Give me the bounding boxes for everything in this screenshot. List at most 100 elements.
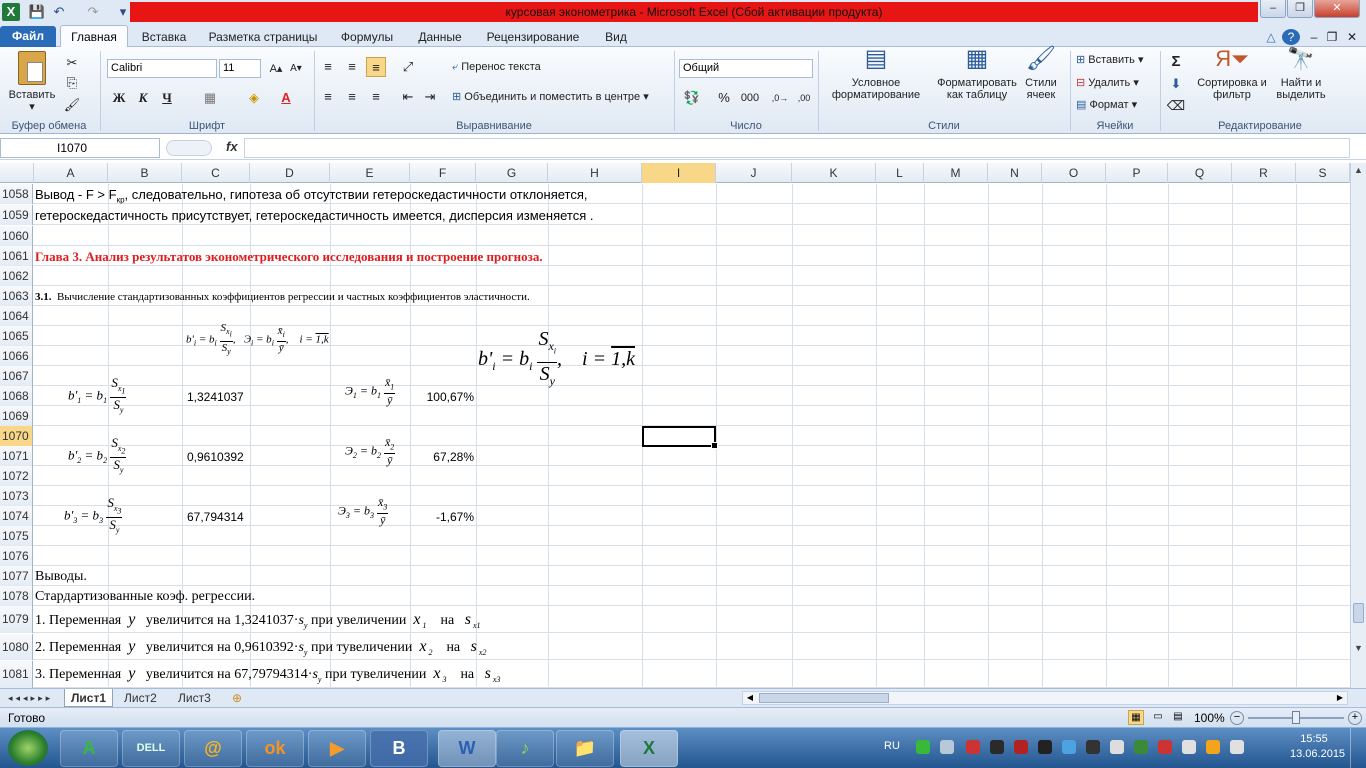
column-header[interactable]: S [1296,163,1350,183]
folder-icon[interactable]: 📁 [556,730,614,767]
format-painter-icon[interactable]: 🖌 [62,95,82,115]
scroll-left-icon[interactable]: ◀ [743,692,757,704]
increase-indent-icon[interactable]: ⇥ [420,87,440,107]
sheet-tab-active[interactable]: Лист1 [64,689,114,707]
odnoklassniki-icon[interactable]: ok [246,730,304,767]
show-desktop-button[interactable] [1350,728,1366,768]
column-header[interactable]: K [792,163,876,183]
cut-icon[interactable]: ✂ [62,53,82,73]
column-header[interactable]: C [182,163,250,183]
taskbar-app-icon[interactable]: A [60,730,118,767]
delete-cells-button[interactable]: ⊟ Удалить ▾ [1076,77,1139,89]
increase-decimal-icon[interactable]: ,0→ [770,88,790,108]
doc-restore-button[interactable]: ❐ [1324,28,1340,47]
scroll-up-icon[interactable]: ▲ [1352,165,1365,179]
row-header-selected[interactable]: 1070 [0,426,33,446]
row-header[interactable]: 1076 [0,546,33,566]
active-cell-cursor[interactable] [642,426,718,449]
word-icon[interactable]: W [438,730,496,767]
row-header[interactable]: 1062 [0,266,33,286]
tab-file[interactable]: Файл [0,26,56,47]
cell-conclusion-3[interactable]: 3. Переменная y увеличится на 67,7979431… [35,664,500,688]
music-icon[interactable]: ♪ [496,730,554,767]
underline-button[interactable]: Ч [157,88,177,108]
sheet-nav-icon[interactable]: ◂◂◂▸▸▸ [2,689,59,707]
currency-icon[interactable]: 💱 [682,88,702,108]
paste-button[interactable]: Вставить ▾ [6,51,58,113]
column-header[interactable]: G [476,163,548,183]
row-header[interactable]: 1067 [0,366,33,386]
format-cells-button[interactable]: ▤ Формат ▾ [1076,99,1137,111]
sheet-tab[interactable]: Лист3 [172,689,217,707]
row-header[interactable]: 1073 [0,486,33,506]
align-middle-icon[interactable]: ≡ [342,57,362,77]
format-as-table-button[interactable]: ▦ Форматировать как таблицу [932,47,1022,102]
row-header[interactable]: 1059 [0,205,33,225]
tray-icon[interactable] [1062,740,1076,754]
insert-sheet-icon[interactable]: ⊕ [226,689,248,707]
tab-view[interactable]: Вид [596,28,636,47]
thousands-button[interactable]: 000 [738,88,762,108]
autosum-button[interactable]: Σ [1166,52,1186,72]
cell-conclusions-heading[interactable]: Выводы. [35,567,87,587]
bold-button[interactable]: Ж [109,88,129,108]
align-right-icon[interactable]: ≡ [366,87,386,107]
column-header[interactable]: O [1042,163,1106,183]
section-heading[interactable]: 3.1. Вычисление стандартизованных коэффи… [35,287,530,307]
horizontal-scrollbar[interactable]: ◀ ▶ [742,691,1348,705]
row-header[interactable]: 1071 [0,446,33,466]
zoom-in-icon[interactable]: + [1348,711,1362,725]
tray-icon[interactable] [916,740,930,754]
cell-e2-value[interactable]: 67,28% [410,447,474,467]
wrap-text-button[interactable]: ⤶ Перенос текста [452,61,541,73]
column-header-selected[interactable]: I [642,163,716,183]
tab-data[interactable]: Данные [410,28,470,47]
scroll-right-icon[interactable]: ▶ [1333,692,1347,704]
tray-icon[interactable] [1206,740,1220,754]
column-header[interactable]: H [548,163,642,183]
mail-icon[interactable]: @ [184,730,242,767]
align-left-icon[interactable]: ≡ [318,87,338,107]
excel-icon[interactable]: X [620,730,678,767]
undo-icon[interactable]: ↶ [50,3,68,21]
insert-function-icon[interactable]: fx [226,139,238,154]
scroll-down-icon[interactable]: ▼ [1352,643,1365,657]
tab-insert[interactable]: Вставка [136,28,192,47]
row-header[interactable]: 1077 [0,566,33,586]
align-bottom-icon[interactable]: ≡ [366,57,386,77]
tab-home[interactable]: Главная [60,25,128,48]
ribbon-minimize-icon[interactable]: △ [1262,28,1280,47]
tab-review[interactable]: Рецензирование [480,28,586,47]
font-name-select[interactable]: Calibri [107,59,217,78]
column-header[interactable]: M [924,163,988,183]
row-header[interactable]: 1064 [0,306,33,326]
zoom-out-icon[interactable]: − [1230,711,1244,725]
row-header[interactable]: 1072 [0,466,33,486]
font-color-icon[interactable]: A [276,88,296,108]
select-all-corner[interactable] [0,163,34,183]
close-button[interactable]: ✕ [1314,0,1360,18]
column-header[interactable]: Q [1168,163,1232,183]
fill-icon[interactable]: ⬇ [1166,74,1186,94]
column-header[interactable]: J [716,163,792,183]
media-player-icon[interactable]: ▶ [308,730,366,767]
row-header[interactable]: 1068 [0,386,33,406]
column-header[interactable]: D [250,163,330,183]
vk-icon[interactable]: B [370,730,428,767]
cell-e1-value[interactable]: 100,67% [410,387,474,407]
page-break-view-icon[interactable]: ▤ [1170,710,1186,725]
copy-icon[interactable]: ⎘ [62,73,82,93]
column-header[interactable]: F [410,163,476,183]
doc-minimize-button[interactable]: – [1306,28,1322,47]
cell-std-coef-heading[interactable]: Стардартизованные коэф. регрессии. [35,587,255,607]
cell-b2-value[interactable]: 0,9610392 [187,447,244,467]
italic-button[interactable]: К [133,88,153,108]
merge-center-button[interactable]: ⊞ Объединить и поместить в центре ▾ [452,91,649,103]
conditional-formatting-button[interactable]: ▤ Условное форматирование [822,47,930,102]
doc-close-button[interactable]: ✕ [1344,28,1360,47]
tab-formulas[interactable]: Формулы [332,28,402,47]
find-select-button[interactable]: 🔭 Найти и выделить [1270,48,1332,102]
tray-icon[interactable] [1182,740,1196,754]
fill-color-icon[interactable]: ◈ [244,88,264,108]
row-header[interactable]: 1081 [0,661,33,688]
